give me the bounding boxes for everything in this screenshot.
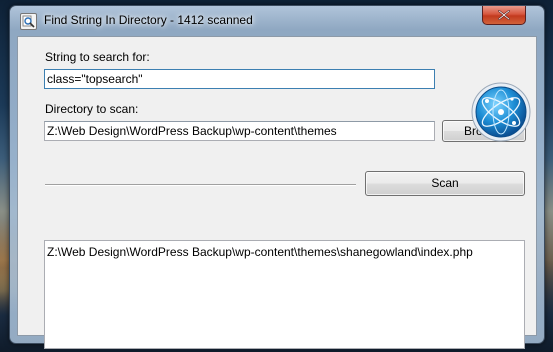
title-bar[interactable]: Find String In Directory - 1412 scanned [10, 6, 544, 36]
directory-input[interactable]: Z:\Web Design\WordPress Backup\wp-conten… [44, 121, 435, 141]
directory-label: Directory to scan: [45, 102, 139, 116]
window-title: Find String In Directory - 1412 scanned [44, 13, 253, 27]
close-icon [498, 10, 510, 20]
scan-button[interactable]: Scan [365, 171, 525, 196]
divider-line [45, 184, 356, 186]
results-list[interactable]: Z:\Web Design\WordPress Backup\wp-conten… [44, 240, 525, 349]
atom-globe-logo [470, 81, 532, 143]
client-area: String to search for: class="topsearch" … [17, 36, 537, 349]
search-input[interactable]: class="topsearch" [44, 69, 435, 89]
magnifier-document-icon[interactable] [20, 13, 37, 30]
result-item[interactable]: Z:\Web Design\WordPress Backup\wp-conten… [47, 245, 473, 259]
close-button[interactable] [482, 6, 526, 25]
app-window: Find String In Directory - 1412 scanned … [9, 5, 545, 349]
search-label: String to search for: [45, 50, 150, 64]
